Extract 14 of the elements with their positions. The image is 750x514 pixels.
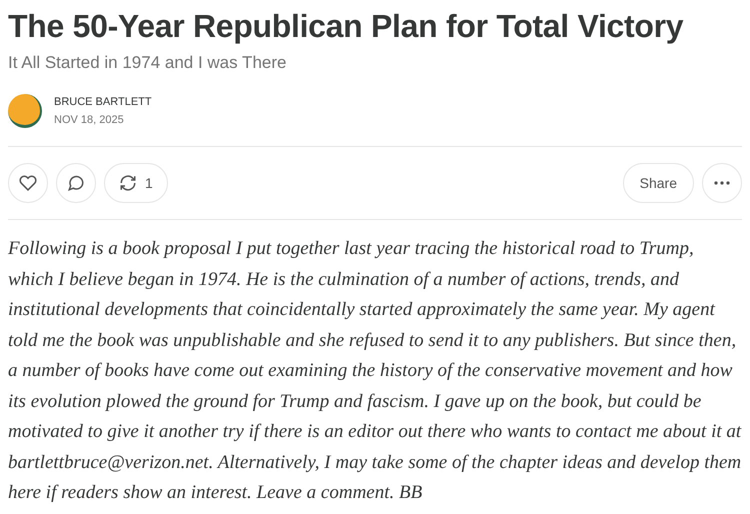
speech-bubble-icon [67,174,85,192]
refresh-arrows-icon [119,174,137,192]
share-button[interactable]: Share [622,163,694,203]
ellipsis-icon [714,181,730,185]
comment-button[interactable] [56,163,96,203]
post-title: The 50-Year Republican Plan for Total Victory [8,7,684,46]
post-date: NOV 18, 2025 [54,113,125,127]
author-avatar[interactable] [8,94,42,128]
heart-icon [19,174,37,192]
post-body: Following is a book proposal I put together last year tracing the historical road to Trump, which I believe began in 1974. He is the culmination of a number of actions, trends, and institutional developments that coincidentally started approximately the same year. My agent told me the book was unpublishable and she refused to send it to any publishers. But since then, a number of books have come out examining the history of the conservative movement and how its evolution plowed the ground for Trump and fascism. I gave up on the book, but could be motivated to give it another try if there is an editor out there who wants to contact me about it at bartlettbruce@verizon.net. Alternatively, I may take some of the chapter ideas and develop them here if readers show an interest. Leave a comment. BB [8,237,742,505]
restack-button[interactable]: 1 [104,163,168,203]
post-subtitle: It All Started in 1974 and I was There [8,52,288,74]
like-button[interactable] [8,163,48,203]
author-name[interactable]: BRUCE BARTLETT [54,95,152,109]
